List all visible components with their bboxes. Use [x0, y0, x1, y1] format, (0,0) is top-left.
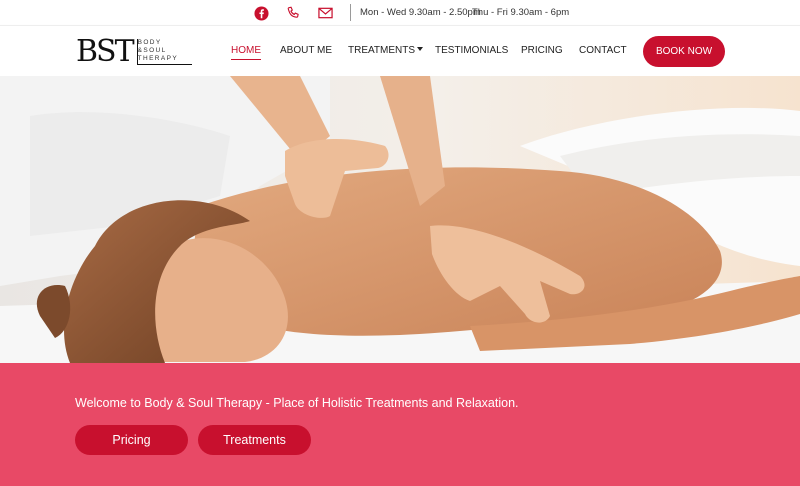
- logo-line-3: THERAPY: [137, 55, 179, 62]
- phone-icon[interactable]: [284, 4, 302, 22]
- hours-thu-fri: Thu - Fri 9.30am - 6pm: [472, 7, 570, 18]
- welcome-text: Welcome to Body & Soul Therapy - Place o…: [75, 396, 519, 410]
- top-bar: Mon - Wed 9.30am - 2.50pm Thu - Fri 9.30…: [0, 0, 800, 25]
- welcome-banner: Welcome to Body & Soul Therapy - Place o…: [0, 363, 800, 486]
- treatments-button[interactable]: Treatments: [198, 425, 311, 455]
- logo-line-2: &SOUL: [137, 47, 167, 54]
- mail-icon[interactable]: [316, 4, 334, 22]
- nav-contact[interactable]: CONTACT: [579, 45, 627, 56]
- hours-weekdays: Mon - Wed 9.30am - 2.50pm: [360, 7, 481, 18]
- nav-pricing[interactable]: PRICING: [521, 45, 563, 56]
- logo-underline: [137, 64, 192, 65]
- logo-line-1: BODY: [137, 39, 162, 46]
- main-header: BST BODY &SOUL THERAPY HOME ABOUT ME TRE…: [0, 25, 800, 77]
- chevron-down-icon: [417, 47, 424, 52]
- book-now-button[interactable]: BOOK NOW: [643, 36, 725, 67]
- nav-home[interactable]: HOME: [231, 45, 261, 60]
- logo-mark: BST: [76, 34, 135, 69]
- facebook-icon[interactable]: [252, 4, 270, 22]
- logo-text: BODY &SOUL THERAPY: [136, 39, 192, 65]
- logo[interactable]: BST BODY &SOUL THERAPY: [76, 36, 192, 68]
- nav-about-me[interactable]: ABOUT ME: [280, 45, 332, 56]
- pricing-button[interactable]: Pricing: [75, 425, 188, 455]
- nav-treatments-label: TREATMENTS: [348, 45, 416, 56]
- divider: [350, 4, 351, 21]
- nav-treatments[interactable]: TREATMENTS: [348, 45, 424, 56]
- hero-image: [0, 76, 800, 363]
- nav-testimonials[interactable]: TESTIMONIALS: [435, 45, 508, 56]
